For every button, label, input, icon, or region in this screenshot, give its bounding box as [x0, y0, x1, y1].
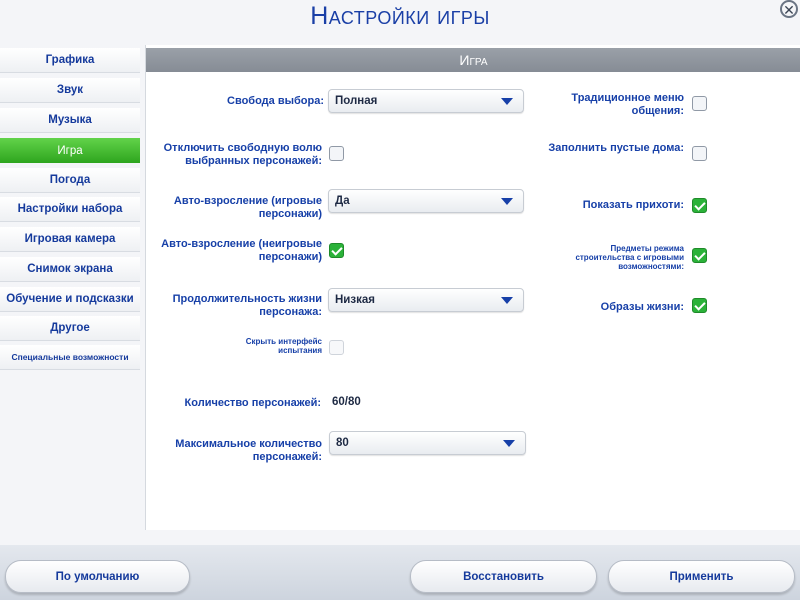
lifestyles-label: Образы жизни: — [600, 301, 684, 313]
classic-menu-label: Традиционное меню общения: — [571, 92, 684, 117]
disable-free-will-label: Отключить свободную волю выбранных персо… — [163, 142, 322, 167]
free-will-label: Свобода выбора: — [227, 95, 324, 107]
hide-trial-ui-label: Скрыть интерфейс испытания — [245, 337, 322, 355]
sidebar-item-tutorial[interactable]: Обучение и подсказки — [0, 287, 140, 312]
auto-age-unplayed-checkbox[interactable] — [329, 243, 344, 258]
chevron-down-icon — [501, 198, 513, 205]
sidebar-item-pack-settings[interactable]: Настройки набора — [0, 197, 140, 222]
sidebar-item-screenshot[interactable]: Снимок экрана — [0, 257, 140, 282]
sidebar-item-other[interactable]: Другое — [0, 316, 140, 341]
sidebar-item-game[interactable]: Игра — [0, 138, 140, 163]
lifespan-value: Низкая — [335, 294, 375, 306]
disable-free-will-checkbox[interactable] — [329, 146, 344, 161]
apply-button[interactable]: Применить — [608, 560, 795, 593]
show-whims-checkbox[interactable] — [692, 198, 707, 213]
close-icon[interactable]: ✕ — [780, 0, 798, 18]
lifestyles-checkbox[interactable] — [692, 298, 707, 313]
fill-empty-homes-label: Заполнить пустые дома: — [548, 142, 684, 154]
hide-trial-ui-checkbox[interactable] — [329, 340, 344, 355]
auto-age-played-value: Да — [335, 195, 350, 207]
chevron-down-icon — [501, 98, 513, 105]
max-sims-value: 80 — [336, 437, 349, 449]
defaults-button[interactable]: По умолчанию — [5, 560, 190, 593]
sidebar-item-camera[interactable]: Игровая камера — [0, 227, 140, 252]
max-sims-label: Максимальное количество персонажей: — [175, 438, 322, 463]
sidebar-item-accessibility[interactable]: Специальные возможности — [0, 345, 140, 370]
free-will-value: Полная — [335, 95, 378, 107]
chevron-down-icon — [503, 440, 515, 447]
sim-count-label: Количество персонажей: — [184, 397, 321, 409]
sidebar-item-weather[interactable]: Погода — [0, 168, 140, 193]
free-will-dropdown[interactable]: Полная — [328, 89, 524, 113]
build-mode-items-label: Предметы режима строительства с игровыми… — [575, 244, 684, 271]
auto-age-played-label: Авто-взросление (игровые персонажи) — [173, 195, 322, 220]
restore-button[interactable]: Восстановить — [410, 560, 597, 593]
auto-age-played-dropdown[interactable]: Да — [328, 189, 524, 213]
page-title: Настройки игры — [310, 2, 490, 30]
settings-panel: Игра Свобода выбора: Полная Отключить св… — [145, 45, 800, 530]
sim-count-value: 60/80 — [332, 396, 361, 408]
auto-age-unplayed-label: Авто-взросление (неигровые персонажи) — [161, 238, 322, 263]
build-mode-items-checkbox[interactable] — [692, 248, 707, 263]
max-sims-dropdown[interactable]: 80 — [329, 431, 526, 455]
panel-title: Игра — [146, 48, 800, 72]
show-whims-label: Показать прихоти: — [582, 199, 684, 211]
fill-empty-homes-checkbox[interactable] — [692, 146, 707, 161]
sidebar-item-sound[interactable]: Звук — [0, 78, 140, 103]
sidebar-item-graphics[interactable]: Графика — [0, 48, 140, 73]
chevron-down-icon — [501, 297, 513, 304]
classic-menu-checkbox[interactable] — [692, 96, 707, 111]
sidebar-item-music[interactable]: Музыка — [0, 108, 140, 133]
lifespan-label: Продолжительность жизни персонажа: — [172, 293, 322, 318]
lifespan-dropdown[interactable]: Низкая — [328, 288, 524, 312]
